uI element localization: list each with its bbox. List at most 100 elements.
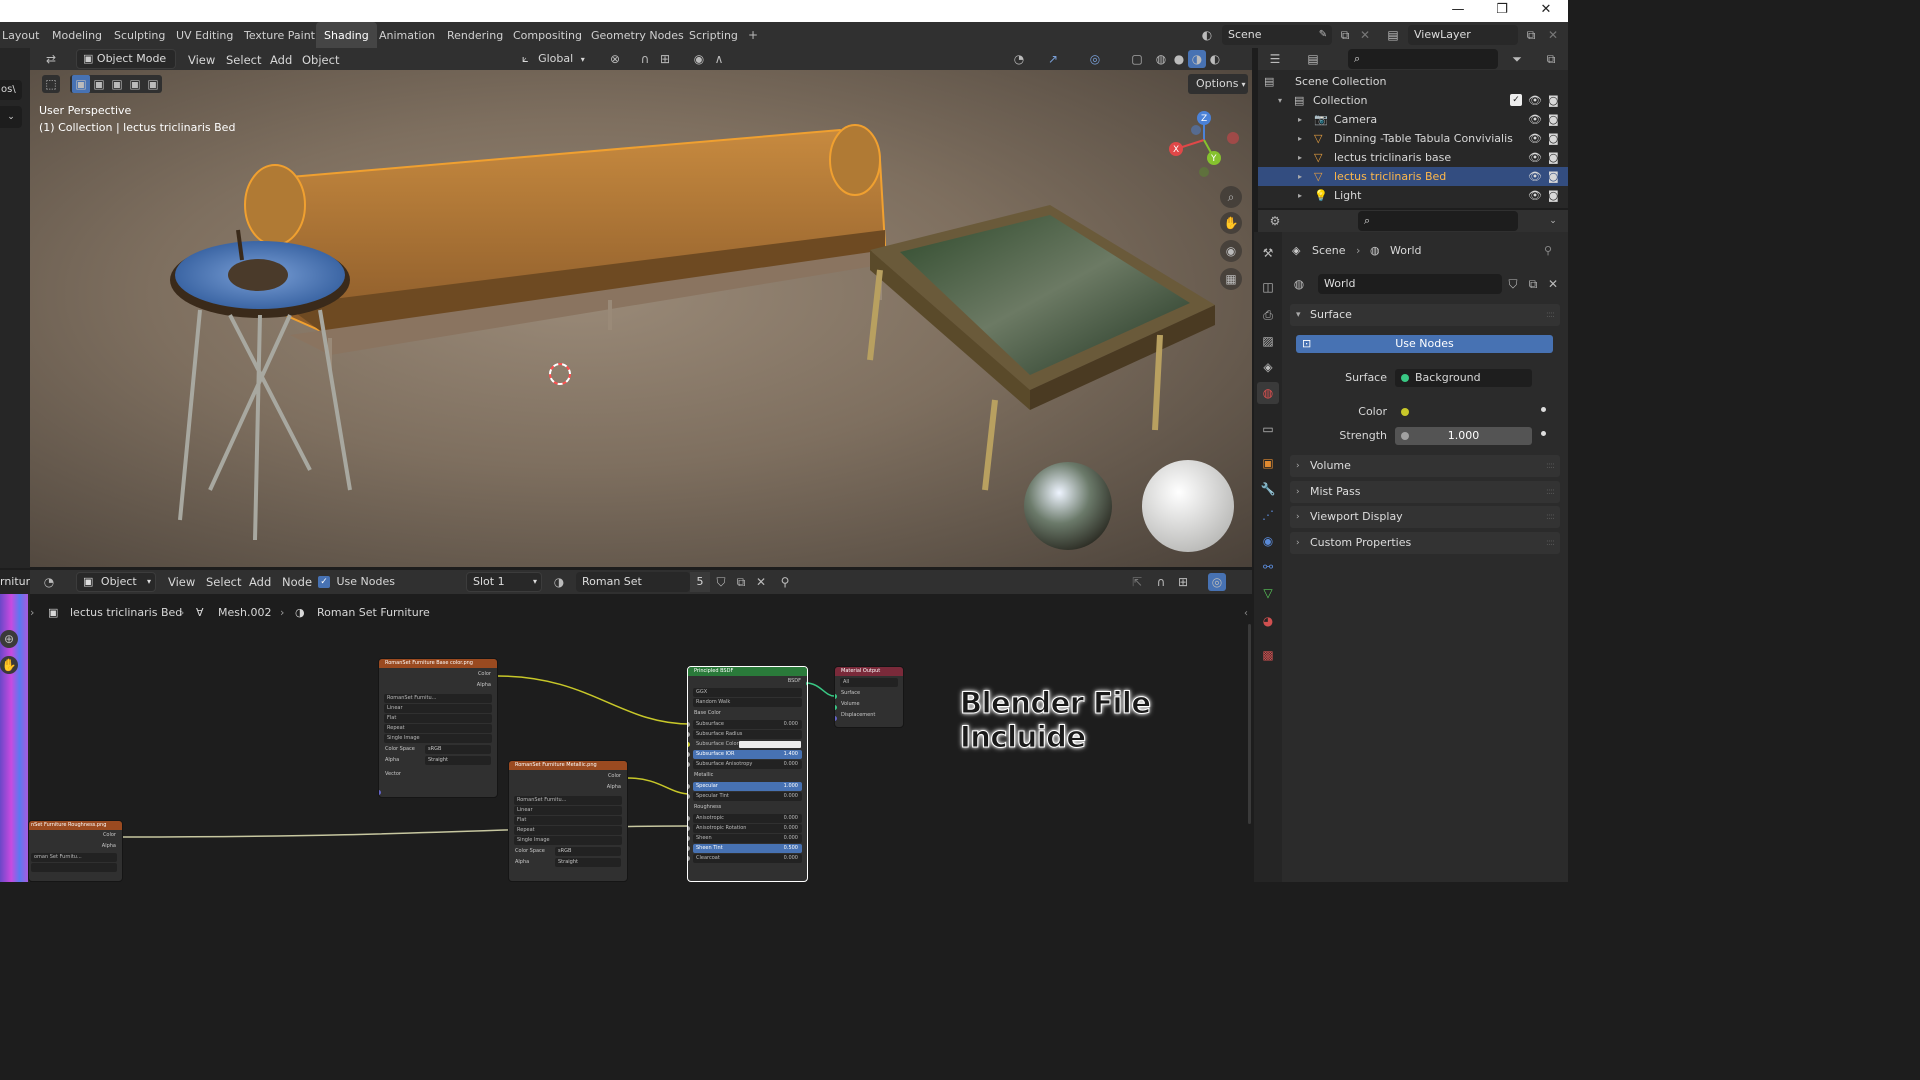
eye-icon[interactable]: 👁 — [1528, 129, 1542, 148]
menu-view[interactable]: View — [188, 51, 215, 69]
checkbox-icon[interactable]: ✓ — [1510, 94, 1522, 106]
outliner-search-input[interactable]: ⌕ — [1348, 49, 1498, 69]
scene-tab-icon[interactable]: ◈ — [1257, 356, 1279, 378]
unlink-world-icon[interactable]: ✕ — [1544, 275, 1562, 293]
chevron-down-icon[interactable]: ⌄ — [0, 106, 22, 128]
output-tab-icon[interactable]: ⎙ — [1257, 304, 1279, 326]
camera-render-icon[interactable]: ◙ — [1548, 91, 1559, 110]
texture-tab-icon[interactable]: ▩ — [1257, 644, 1279, 666]
bsdf-input-socket[interactable] — [688, 856, 690, 861]
transform-orientation-dropdown[interactable]: ⟀ Global ▾ — [522, 50, 598, 68]
filter-icon[interactable]: ⏷ — [1508, 50, 1526, 68]
parent-node-icon[interactable]: ⇱ — [1128, 573, 1146, 591]
socket-vector[interactable] — [379, 790, 381, 795]
constraints-tab-icon[interactable]: ⚯ — [1257, 556, 1279, 578]
add-workspace-button[interactable]: + — [744, 26, 762, 44]
menu-add[interactable]: Add — [270, 51, 292, 69]
expand-chevron-icon[interactable]: ▸ — [1298, 167, 1302, 186]
bsdf-input-row[interactable]: Subsurface IOR 1.400 — [688, 750, 802, 759]
surface-shader-field[interactable]: Background — [1395, 369, 1532, 387]
workspace-tab-geometry-nodes[interactable]: Geometry Nodes — [583, 22, 692, 48]
new-collection-icon[interactable]: ⧉ — [1542, 50, 1560, 68]
bsdf-input-socket[interactable] — [688, 784, 690, 789]
new-view-layer-icon[interactable]: ⧉ — [1522, 26, 1540, 44]
physics-tab-icon[interactable]: ◉ — [1257, 530, 1279, 552]
image-field[interactable]: RomanSet Furnitu... — [514, 796, 622, 805]
socket-bsdf[interactable] — [806, 681, 807, 686]
outliner-item[interactable]: ▸ 📷 Camera 👁 ◙ — [1258, 110, 1568, 129]
menu-object[interactable]: Object — [302, 51, 339, 69]
keyframe-dot-icon[interactable] — [1541, 431, 1546, 436]
workspace-tab-sculpting[interactable]: Sculpting — [106, 22, 173, 48]
bsdf-input-row[interactable]: Subsurface Radius — [688, 730, 802, 739]
projection-field[interactable]: Flat — [514, 816, 622, 825]
target-field[interactable]: All — [840, 678, 898, 687]
outliner-item[interactable]: ▸ ▽ Dinning -Table Tabula Convivialis 👁 ◙ — [1258, 129, 1568, 148]
workspace-tab-compositing[interactable]: Compositing — [505, 22, 590, 48]
collection-row[interactable]: ▾ ▤ Collection ✓ 👁 ◙ — [1258, 91, 1568, 110]
snap-target-icon[interactable]: ⊞ — [656, 50, 674, 68]
modifier-tab-icon[interactable]: 🔧 — [1257, 478, 1279, 500]
bsdf-input-row[interactable]: Sheen Tint 0.500 — [688, 844, 802, 853]
world-browse-icon[interactable]: ◍ — [1290, 275, 1308, 293]
eye-icon[interactable]: 👁 — [1528, 91, 1542, 110]
unlink-material-icon[interactable]: ✕ — [752, 573, 770, 591]
drag-grip-icon[interactable]: :::: — [1546, 532, 1555, 554]
socket-alpha[interactable] — [122, 846, 123, 851]
camera-render-icon[interactable]: ◙ — [1548, 186, 1559, 205]
delete-view-layer-icon[interactable]: ✕ — [1544, 26, 1562, 44]
properties-search-input[interactable]: ⌕ — [1358, 211, 1518, 231]
workspace-tab-rendering[interactable]: Rendering — [439, 22, 511, 48]
node-editor-scrollbar[interactable] — [1248, 624, 1251, 824]
bsdf-input-row[interactable]: Sheen 0.000 — [688, 834, 802, 843]
zoom-icon[interactable]: ⌕ — [1220, 186, 1242, 208]
bsdf-input-row[interactable]: Roughness — [688, 802, 807, 813]
panel-viewport-display[interactable]: › Viewport Display:::: — [1290, 506, 1560, 528]
image-field[interactable]: RomanSet Furnitu... — [384, 694, 492, 703]
outliner-editor-icon[interactable]: ☰ — [1266, 50, 1284, 68]
workspace-tab-layout[interactable]: Layout — [0, 22, 47, 48]
material-shading-icon[interactable]: ◑ — [1188, 50, 1206, 68]
bsdf-input-socket[interactable] — [688, 816, 690, 821]
material-name-field[interactable]: Roman Set Furniture — [576, 572, 690, 608]
node-menu-node[interactable]: Node — [282, 573, 312, 591]
pivot-icon[interactable]: ⊗ — [606, 50, 624, 68]
eye-icon[interactable]: 👁 — [1528, 167, 1542, 186]
proportional-edit-icon[interactable]: ◉ — [690, 50, 708, 68]
intersect-selection-icon[interactable]: ▣ — [144, 75, 162, 93]
close-window-button[interactable]: ✕ — [1524, 0, 1568, 22]
camera-view-icon[interactable]: ◉ — [1220, 240, 1242, 262]
bsdf-input-socket[interactable] — [688, 732, 690, 737]
color-space-value[interactable]: sRGB — [425, 745, 491, 754]
outliner-item[interactable]: ▸ 💡 Light 👁 ◙ — [1258, 186, 1568, 205]
outliner-item[interactable]: ▸ ▽ lectus triclinaris Bed 👁 ◙ — [1258, 167, 1568, 186]
delete-scene-icon[interactable]: ✕ — [1356, 26, 1374, 44]
extension-field[interactable]: Repeat — [384, 724, 492, 733]
minimize-button[interactable]: — — [1436, 0, 1480, 22]
workspace-tab-scripting[interactable]: Scripting — [681, 22, 746, 48]
bsdf-input-socket[interactable] — [688, 762, 690, 767]
use-nodes-checkbox[interactable]: ✓ Use Nodes — [318, 574, 408, 590]
object-tab-icon[interactable]: ▣ — [1257, 452, 1279, 474]
bsdf-input-socket[interactable] — [688, 722, 690, 727]
navigation-gizmo[interactable]: Z X Y — [1168, 108, 1240, 178]
workspace-tab-animation[interactable]: Animation — [371, 22, 443, 48]
visibility-icon[interactable]: ◔ — [1010, 50, 1028, 68]
world-tab-icon[interactable]: ◍ — [1257, 382, 1279, 404]
socket-color[interactable] — [497, 673, 498, 678]
xray-icon[interactable]: ▢ — [1128, 50, 1146, 68]
view-layer-field[interactable]: ViewLayer — [1408, 25, 1518, 45]
color-space-value[interactable]: sRGB — [555, 847, 621, 856]
bsdf-input-row[interactable]: Specular 1.000 — [688, 782, 802, 791]
node-menu-view[interactable]: View — [168, 573, 195, 591]
menu-select[interactable]: Select — [226, 51, 261, 69]
scene-icon[interactable]: ◐ — [1198, 26, 1216, 44]
zoom-in-icon[interactable]: ⊕ — [0, 630, 18, 648]
drag-grip-icon[interactable]: :::: — [1546, 481, 1555, 503]
alpha-mode-value[interactable]: Straight — [425, 756, 491, 765]
gizmo-icon[interactable]: ↗ — [1044, 50, 1062, 68]
bsdf-input-socket[interactable] — [688, 826, 690, 831]
falloff-icon[interactable]: ∧ — [710, 50, 728, 68]
projection-field[interactable]: Flat — [384, 714, 492, 723]
drag-grip-icon[interactable]: :::: — [1546, 455, 1555, 477]
